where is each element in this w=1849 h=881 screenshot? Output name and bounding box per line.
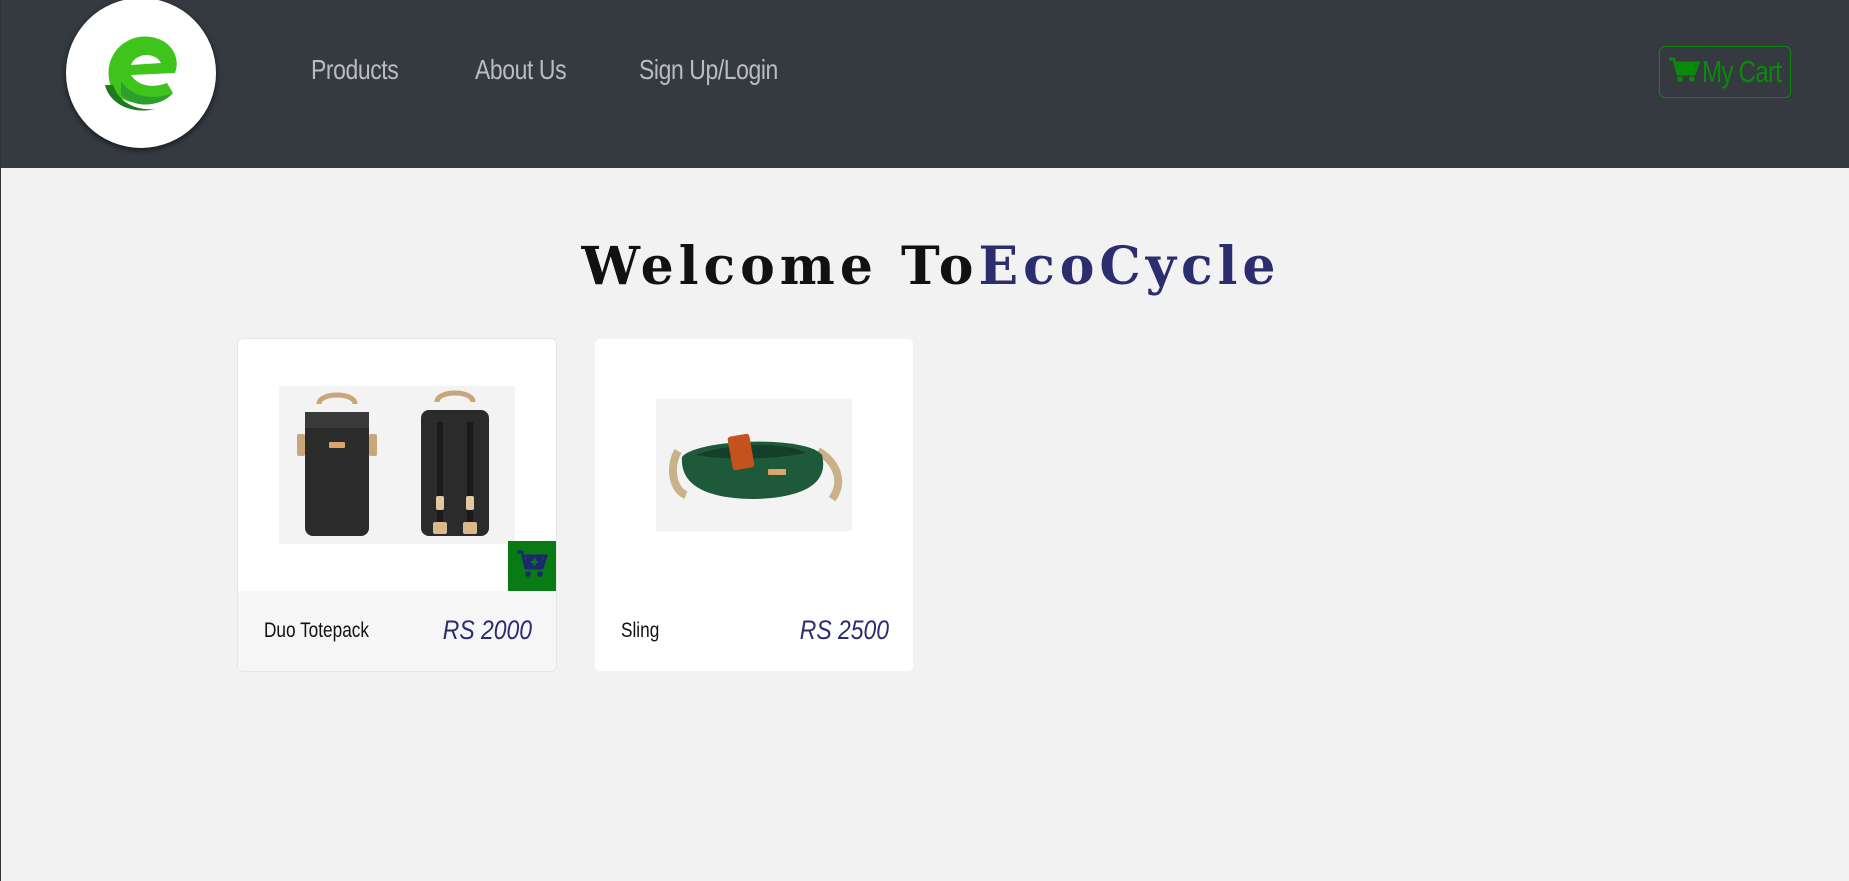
welcome-prefix: Welcome To bbox=[581, 236, 979, 297]
nav-products-link[interactable]: Products bbox=[311, 54, 399, 86]
sling-bag-image[interactable] bbox=[595, 339, 913, 591]
my-cart-label: My Cart bbox=[1702, 54, 1782, 89]
product-card[interactable]: Sling RS 2500 bbox=[595, 339, 913, 671]
welcome-heading: Welcome ToEcoCycle bbox=[1, 236, 1849, 297]
shopping-cart-icon bbox=[1668, 56, 1701, 89]
product-price: RS 2000 bbox=[442, 615, 532, 645]
product-card-footer: Duo Totepack RS 2000 bbox=[238, 591, 556, 671]
nav-about-us-link[interactable]: About Us bbox=[475, 54, 567, 86]
navbar: Products About Us Sign Up/Login My Cart bbox=[1, 0, 1849, 168]
product-name[interactable]: Sling bbox=[621, 619, 659, 643]
ecocycle-logo-icon[interactable] bbox=[66, 0, 216, 148]
brand-name: EcoCycle bbox=[978, 236, 1281, 297]
add-to-cart-icon bbox=[516, 549, 549, 584]
product-card[interactable]: Duo Totepack RS 2000 bbox=[238, 339, 556, 671]
nav-signup-login-link[interactable]: Sign Up/Login bbox=[639, 54, 778, 86]
product-name[interactable]: Duo Totepack bbox=[264, 619, 369, 643]
my-cart-button[interactable]: My Cart bbox=[1659, 46, 1791, 98]
add-to-cart-button[interactable] bbox=[508, 541, 556, 591]
product-price: RS 2500 bbox=[799, 615, 889, 645]
product-card-footer: Sling RS 2500 bbox=[595, 591, 913, 671]
